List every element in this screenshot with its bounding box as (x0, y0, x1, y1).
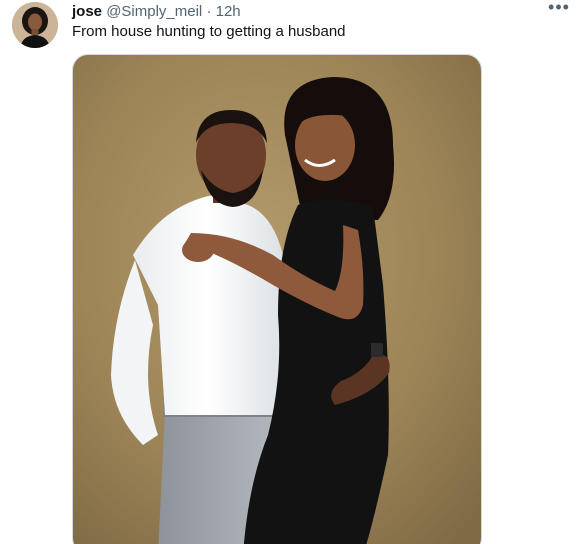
tweet[interactable]: jose @Simply_meil · 12h ••• From house h… (0, 0, 577, 544)
tweet-photo[interactable] (72, 54, 482, 544)
more-horizontal-icon[interactable]: ••• (545, 0, 573, 20)
author-name[interactable]: jose (72, 3, 102, 20)
separator-dot: · (206, 3, 212, 20)
author-handle[interactable]: @Simply_meil (106, 3, 202, 20)
tweet-header: jose @Simply_meil · 12h (72, 2, 241, 22)
timestamp[interactable]: 12h (216, 3, 241, 20)
avatar[interactable] (12, 2, 58, 48)
tweet-text: From house hunting to getting a husband (72, 23, 346, 40)
